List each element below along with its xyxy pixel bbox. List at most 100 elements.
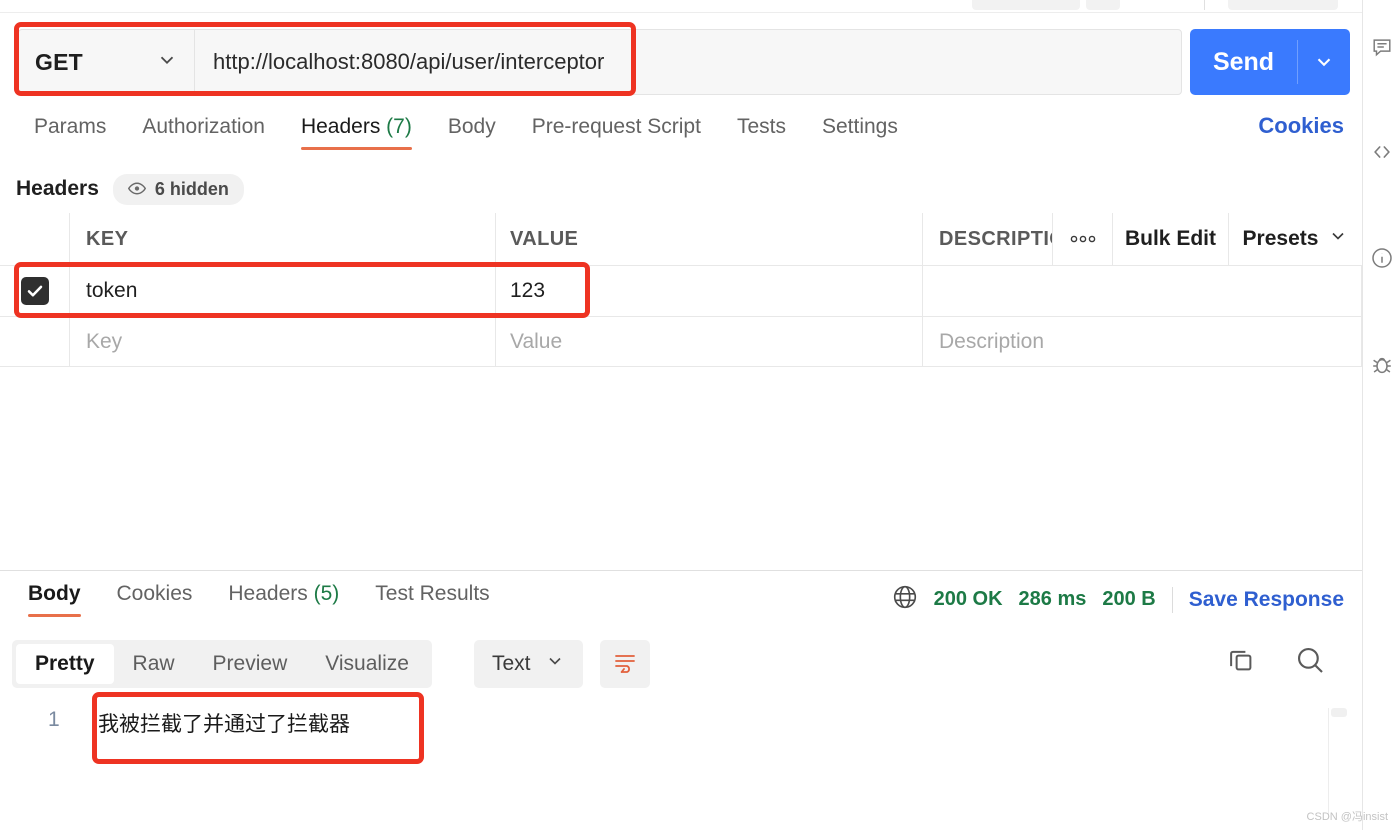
headers-subheader: Headers 6 hidden bbox=[0, 165, 1362, 213]
tab-pre-request-script[interactable]: Pre-request Script bbox=[514, 111, 719, 155]
header-new-description-input[interactable]: Description bbox=[923, 317, 1362, 366]
response-status: 200 OK bbox=[933, 588, 1003, 610]
response-scrollbar[interactable] bbox=[1328, 708, 1348, 818]
hidden-headers-label: 6 hidden bbox=[154, 178, 229, 199]
top-ghost-control-3 bbox=[1228, 0, 1338, 10]
headers-section-title: Headers bbox=[16, 177, 99, 200]
request-response-splitter[interactable] bbox=[0, 570, 1362, 571]
header-key-text: token bbox=[86, 279, 138, 302]
response-format-select[interactable]: Text bbox=[474, 640, 583, 688]
send-button[interactable]: Send bbox=[1190, 29, 1350, 95]
comment-icon[interactable] bbox=[1371, 36, 1393, 63]
tab-body-label: Body bbox=[447, 115, 496, 138]
tab-settings-label: Settings bbox=[821, 115, 898, 138]
header-col-checkbox bbox=[0, 213, 70, 265]
tab-tests-label: Tests bbox=[736, 115, 786, 138]
tab-headers-count: (7) bbox=[386, 115, 412, 138]
http-method-select[interactable]: GET bbox=[18, 29, 194, 95]
tab-tests[interactable]: Tests bbox=[719, 111, 804, 155]
word-wrap-icon bbox=[613, 651, 637, 678]
tab-body[interactable]: Body bbox=[430, 111, 514, 155]
view-mode-preview[interactable]: Preview bbox=[194, 644, 307, 684]
header-row-checkbox[interactable] bbox=[0, 266, 70, 316]
bug-icon[interactable] bbox=[1370, 353, 1394, 382]
send-button-label: Send bbox=[1190, 40, 1298, 84]
tab-settings[interactable]: Settings bbox=[804, 111, 916, 155]
eye-icon bbox=[127, 179, 146, 200]
response-tab-body[interactable]: Body bbox=[10, 578, 99, 622]
description-placeholder: Description bbox=[939, 329, 1045, 353]
bulk-edit-button[interactable]: Bulk Edit bbox=[1113, 213, 1229, 265]
header-row-description[interactable] bbox=[923, 266, 1362, 316]
request-url-text: http://localhost:8080/api/user/intercept… bbox=[213, 49, 605, 74]
headers-table-head: KEY VALUE DESCRIPTIO Bulk Edit Presets bbox=[0, 213, 1362, 265]
header-col-description: DESCRIPTIO bbox=[923, 213, 1053, 265]
response-tab-test-results[interactable]: Test Results bbox=[357, 578, 507, 622]
view-mode-pretty[interactable]: Pretty bbox=[16, 644, 114, 684]
search-icon[interactable] bbox=[1294, 644, 1326, 681]
request-url-row: GET http://localhost:8080/api/user/inter… bbox=[0, 13, 1362, 111]
presets-label: Presets bbox=[1242, 227, 1319, 250]
top-ghost-control-1 bbox=[972, 0, 1080, 10]
header-value-text: 123 bbox=[510, 279, 546, 302]
more-options-icon[interactable] bbox=[1053, 213, 1113, 265]
tab-authorization-label: Authorization bbox=[142, 115, 265, 138]
presets-chevron-down-icon bbox=[1328, 226, 1348, 252]
view-mode-visualize[interactable]: Visualize bbox=[306, 644, 428, 684]
postman-window: GET http://localhost:8080/api/user/inter… bbox=[0, 0, 1400, 830]
top-partial-bar bbox=[0, 0, 1362, 13]
response-format-label: Text bbox=[492, 652, 531, 675]
header-row-key[interactable]: token bbox=[70, 266, 496, 316]
tab-headers[interactable]: Headers (7) bbox=[283, 111, 430, 155]
http-method-label: GET bbox=[35, 48, 83, 75]
copy-icon[interactable] bbox=[1226, 645, 1256, 680]
response-toolbar: Pretty Raw Preview Visualize Text bbox=[0, 640, 1362, 694]
header-new-value-input[interactable]: Value bbox=[496, 317, 923, 366]
word-wrap-toggle[interactable] bbox=[600, 640, 650, 688]
request-tabs: Params Authorization Headers (7) Body Pr… bbox=[0, 111, 1362, 161]
globe-icon bbox=[892, 584, 918, 615]
header-col-key: KEY bbox=[70, 213, 496, 265]
header-row-value[interactable]: 123 bbox=[496, 266, 923, 316]
response-size: 200 B bbox=[1102, 588, 1156, 610]
checkbox-checked-icon[interactable] bbox=[20, 277, 49, 305]
tab-pre-request-script-label: Pre-request Script bbox=[531, 115, 701, 138]
watermark: CSDN @冯insist bbox=[1306, 811, 1388, 823]
line-number: 1 bbox=[48, 708, 60, 731]
headers-table: KEY VALUE DESCRIPTIO Bulk Edit Presets t… bbox=[0, 213, 1362, 367]
tab-headers-label: Headers bbox=[300, 115, 381, 138]
cookies-link[interactable]: Cookies bbox=[1258, 113, 1344, 139]
request-empty-area bbox=[0, 370, 1362, 570]
top-ghost-control-2 bbox=[1086, 0, 1120, 10]
header-new-key-input[interactable]: Key bbox=[70, 317, 496, 366]
right-sidebar bbox=[1362, 0, 1400, 830]
presets-button[interactable]: Presets bbox=[1229, 213, 1362, 265]
table-row[interactable]: token 123 bbox=[0, 265, 1362, 316]
chevron-down-icon bbox=[156, 49, 178, 76]
info-icon[interactable] bbox=[1370, 246, 1394, 275]
response-tab-headers[interactable]: Headers (5) bbox=[210, 578, 357, 622]
key-placeholder: Key bbox=[86, 329, 123, 353]
response-meta: 200 OK 286 ms 200 B Save Response bbox=[892, 584, 1382, 615]
response-actions bbox=[1226, 644, 1326, 681]
value-placeholder: Value bbox=[510, 329, 563, 353]
response-tab-cookies[interactable]: Cookies bbox=[99, 578, 211, 622]
save-response-button[interactable]: Save Response bbox=[1189, 588, 1344, 612]
send-options-chevron-down-icon[interactable] bbox=[1298, 51, 1350, 73]
hidden-headers-toggle[interactable]: 6 hidden bbox=[112, 173, 244, 205]
top-divider bbox=[1204, 0, 1205, 10]
response-body: 1 我被拦截了并通过了拦截器 bbox=[0, 700, 1362, 818]
request-url-input[interactable]: http://localhost:8080/api/user/intercept… bbox=[194, 29, 1182, 95]
format-chevron-down-icon bbox=[545, 651, 565, 677]
response-tab-headers-label: Headers bbox=[228, 582, 308, 605]
tab-authorization[interactable]: Authorization bbox=[124, 111, 283, 155]
response-tab-cookies-label: Cookies bbox=[116, 582, 193, 605]
view-mode-raw[interactable]: Raw bbox=[114, 644, 194, 684]
meta-divider bbox=[1171, 586, 1173, 613]
tab-params[interactable]: Params bbox=[16, 111, 124, 155]
code-icon[interactable] bbox=[1371, 141, 1393, 168]
response-tab-body-label: Body bbox=[28, 582, 81, 605]
table-row-empty[interactable]: Key Value Description bbox=[0, 316, 1362, 367]
response-body-text: 我被拦截了并通过了拦截器 bbox=[98, 713, 350, 736]
header-new-row-checkbox[interactable] bbox=[0, 317, 70, 366]
